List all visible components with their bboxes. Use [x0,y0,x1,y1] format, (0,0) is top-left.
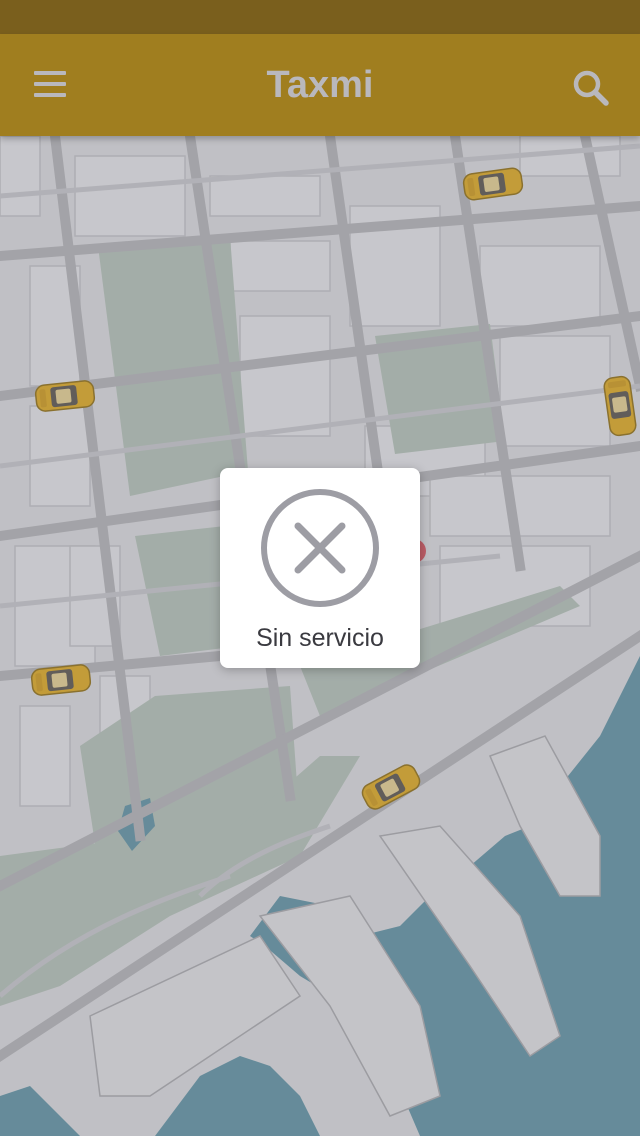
close-circle-icon[interactable] [260,488,380,608]
status-bar [0,0,640,34]
dialog-message: Sin servicio [256,624,384,652]
search-icon [573,70,609,106]
app-title: Taxmi [266,64,374,106]
search-button[interactable] [566,64,616,114]
app-header: Taxmi [0,34,640,136]
no-service-dialog: Sin servicio [220,468,420,668]
